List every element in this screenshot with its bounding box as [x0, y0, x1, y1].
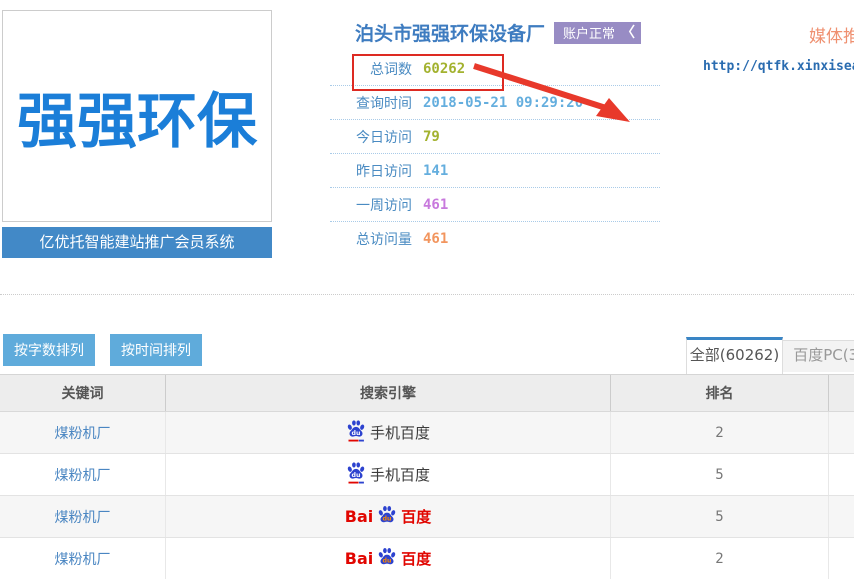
- svg-text:du: du: [383, 558, 392, 565]
- media-url[interactable]: http://qtfk.xinxisea.: [703, 59, 854, 74]
- stat-value: 461: [423, 231, 448, 247]
- svg-text:du: du: [352, 472, 361, 479]
- baidu-paw-icon: du: [377, 504, 397, 529]
- company-logo-text: 强强环保: [17, 73, 257, 160]
- section-divider: [0, 294, 854, 295]
- stat-label: 总访问量: [330, 229, 412, 249]
- baidu-logo-text: Bai: [345, 507, 373, 526]
- baidu-paw-icon: du: [377, 546, 397, 571]
- page: 强强环保 亿优托智能建站推广会员系统 泊头市强强环保设备厂 账户正常 〈 总词数…: [0, 0, 854, 579]
- keywords-table: 关键词 搜索引擎 排名 煤粉机厂 du 手机百度 2 煤粉机厂 du 手机百度 5 煤粉机厂 Ba…: [0, 374, 854, 579]
- rank-cell: 5: [715, 509, 723, 525]
- ribbon-notch-icon: 〈: [621, 22, 635, 44]
- keyword-cell: 煤粉机厂: [55, 423, 111, 443]
- status-badge: 账户正常 〈: [554, 22, 641, 44]
- sort-by-time-button[interactable]: 按时间排列: [110, 334, 202, 366]
- engine-label: 百度: [401, 548, 431, 569]
- stat-row-today-visits: 今日访问 79: [330, 120, 660, 154]
- stat-label: 总词数: [330, 59, 412, 79]
- sort-by-wordcount-button[interactable]: 按字数排列: [3, 334, 95, 366]
- header-rank: 排名: [611, 375, 829, 411]
- company-logo: 强强环保: [2, 10, 272, 222]
- stat-row-yesterday-visits: 昨日访问 141: [330, 154, 660, 188]
- engine-baidu-pc: Bai du 百度: [345, 504, 432, 529]
- stat-label: 昨日访问: [330, 161, 412, 181]
- mobile-baidu-icon: du: [346, 418, 366, 447]
- engine-mobile-baidu: du 手机百度: [346, 418, 430, 447]
- stat-label: 今日访问: [330, 127, 412, 147]
- header-extra: [829, 375, 854, 411]
- engine-label: 百度: [401, 506, 431, 527]
- table-row: 煤粉机厂 Bai du 百度 2: [0, 538, 854, 579]
- engine-label: 手机百度: [370, 422, 430, 443]
- system-banner: 亿优托智能建站推广会员系统: [2, 227, 272, 258]
- engine-mobile-baidu: du 手机百度: [346, 460, 430, 489]
- stat-value: 461: [423, 197, 448, 213]
- extra-cell: [829, 538, 854, 579]
- media-heading: 媒体推: [809, 22, 854, 47]
- table-header-row: 关键词 搜索引擎 排名: [0, 374, 854, 412]
- svg-text:du: du: [352, 430, 361, 437]
- table-row: 煤粉机厂 du 手机百度 5: [0, 454, 854, 496]
- mobile-baidu-icon: du: [346, 460, 366, 489]
- stat-value: 2018-05-21 09:29:20: [423, 95, 583, 111]
- page-title: 泊头市强强环保设备厂: [355, 19, 545, 46]
- status-badge-label: 账户正常: [563, 23, 615, 42]
- rank-cell: 2: [715, 551, 723, 567]
- header-keyword: 关键词: [0, 375, 166, 411]
- stat-value: 60262: [423, 61, 465, 77]
- extra-cell: [829, 412, 854, 453]
- svg-text:du: du: [383, 516, 392, 523]
- extra-cell: [829, 496, 854, 537]
- extra-cell: [829, 454, 854, 495]
- stat-row-total-words: 总词数 60262: [330, 52, 660, 86]
- stat-label: 查询时间: [330, 93, 412, 113]
- stat-value: 79: [423, 129, 440, 145]
- table-body: 煤粉机厂 du 手机百度 2 煤粉机厂 du 手机百度 5 煤粉机厂 Bai du 百度 5 煤粉机厂 Ba…: [0, 412, 854, 579]
- engine-label: 手机百度: [370, 464, 430, 485]
- stat-label: 一周访问: [330, 195, 412, 215]
- baidu-logo-text: Bai: [345, 549, 373, 568]
- stats-list: 总词数 60262 查询时间 2018-05-21 09:29:20 今日访问 …: [330, 52, 660, 255]
- rank-cell: 2: [715, 425, 723, 441]
- header-search-engine: 搜索引擎: [166, 375, 611, 411]
- stat-row-week-visits: 一周访问 461: [330, 188, 660, 222]
- table-row: 煤粉机厂 du 手机百度 2: [0, 412, 854, 454]
- stat-row-query-time: 查询时间 2018-05-21 09:29:20: [330, 86, 660, 120]
- tab-all[interactable]: 全部(60262): [686, 337, 783, 374]
- rank-cell: 5: [715, 467, 723, 483]
- keyword-cell: 煤粉机厂: [55, 507, 111, 527]
- account-header: 泊头市强强环保设备厂 账户正常 〈: [355, 19, 641, 46]
- table-row: 煤粉机厂 Bai du 百度 5: [0, 496, 854, 538]
- engine-baidu-pc: Bai du 百度: [345, 546, 432, 571]
- keyword-cell: 煤粉机厂: [55, 465, 111, 485]
- keyword-cell: 煤粉机厂: [55, 549, 111, 569]
- stat-value: 141: [423, 163, 448, 179]
- stat-row-total-visits: 总访问量 461: [330, 222, 660, 255]
- tab-baidu-pc[interactable]: 百度PC(30: [782, 340, 854, 372]
